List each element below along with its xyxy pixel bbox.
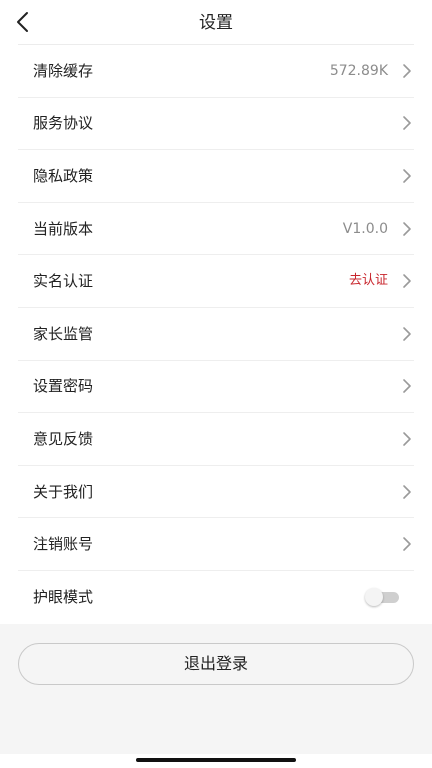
settings-item-clear-cache[interactable]: 清除缓存 572.89K xyxy=(18,45,414,98)
chevron-right-icon xyxy=(403,432,411,446)
settings-item-privacy-policy[interactable]: 隐私政策 xyxy=(18,150,414,203)
page-title: 设置 xyxy=(199,13,233,33)
cache-size-value: 572.89K xyxy=(329,62,388,79)
eye-care-toggle[interactable] xyxy=(365,588,401,607)
chevron-right-icon xyxy=(403,221,411,236)
settings-item-label: 服务协议 xyxy=(33,114,94,133)
settings-item-delete-account[interactable]: 注销账号 xyxy=(18,518,414,571)
settings-item-eye-care-mode: 护眼模式 xyxy=(18,571,414,624)
chevron-right-icon xyxy=(403,274,411,288)
chevron-right-icon xyxy=(403,537,411,551)
home-indicator-area xyxy=(0,754,432,768)
nav-bar: 设置 xyxy=(0,0,432,45)
chevron-right-icon xyxy=(403,379,411,394)
settings-item-label: 护眼模式 xyxy=(33,588,94,607)
chevron-right-icon xyxy=(403,116,411,131)
verify-link-text[interactable]: 去认证 xyxy=(349,271,388,291)
version-value: V1.0.0 xyxy=(342,220,388,237)
settings-list: 清除缓存 572.89K 服务协议 隐私政策 当前版本 V1.0.0 实名认证 … xyxy=(0,45,432,624)
settings-item-label: 关于我们 xyxy=(33,482,94,501)
settings-item-about-us[interactable]: 关于我们 xyxy=(18,466,414,519)
settings-item-label: 清除缓存 xyxy=(33,61,94,80)
settings-item-current-version[interactable]: 当前版本 V1.0.0 xyxy=(18,203,414,256)
settings-item-label: 意见反馈 xyxy=(33,429,94,448)
chevron-right-icon xyxy=(403,326,411,341)
settings-item-service-agreement[interactable]: 服务协议 xyxy=(18,98,414,151)
settings-item-label: 家长监管 xyxy=(33,324,94,343)
settings-page: 设置 清除缓存 572.89K 服务协议 隐私政策 当前版本 V1.0.0 实名… xyxy=(0,0,432,768)
settings-item-set-password[interactable]: 设置密码 xyxy=(18,361,414,414)
settings-item-parental-control[interactable]: 家长监管 xyxy=(18,308,414,361)
chevron-right-icon xyxy=(403,169,411,183)
chevron-right-icon xyxy=(403,484,411,499)
home-indicator[interactable] xyxy=(136,758,296,762)
settings-item-label: 当前版本 xyxy=(33,219,94,238)
settings-item-feedback[interactable]: 意见反馈 xyxy=(18,413,414,466)
settings-item-label: 设置密码 xyxy=(33,377,94,396)
settings-item-real-name-verification[interactable]: 实名认证 去认证 xyxy=(18,255,414,308)
settings-item-label: 实名认证 xyxy=(33,272,94,291)
footer-area: 退出登录 xyxy=(0,624,432,754)
chevron-right-icon xyxy=(403,63,411,78)
settings-item-label: 隐私政策 xyxy=(33,166,94,185)
settings-item-label: 注销账号 xyxy=(33,535,94,554)
toggle-knob xyxy=(365,588,383,607)
logout-button[interactable]: 退出登录 xyxy=(18,643,414,685)
